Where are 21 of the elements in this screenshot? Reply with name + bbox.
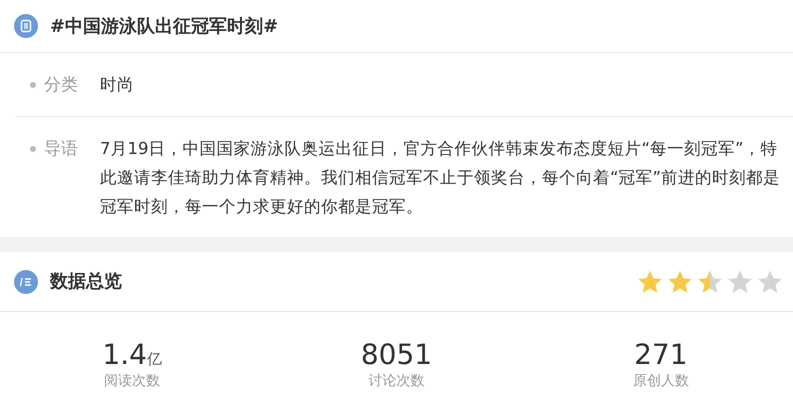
stat-value: 1.4亿 xyxy=(102,340,162,371)
stat-label: 阅读次数 xyxy=(104,372,160,391)
document-icon xyxy=(14,14,38,38)
bullet-dot xyxy=(30,82,36,88)
detail-label: 分类 xyxy=(44,74,79,97)
star-icon xyxy=(727,268,753,294)
list-icon xyxy=(14,270,38,294)
section-title: 数据总览 xyxy=(50,270,122,294)
stat-value: 8051 xyxy=(360,340,432,371)
star-icon xyxy=(637,268,663,294)
star-icon xyxy=(697,268,723,294)
star-icon xyxy=(757,268,783,294)
detail-label: 导语 xyxy=(44,138,79,161)
stat-value: 271 xyxy=(634,340,688,371)
stat-label: 原创人数 xyxy=(632,372,689,391)
detail-value: 时尚 xyxy=(100,74,134,96)
bullet-dot xyxy=(30,146,36,152)
stat-label: 讨论次数 xyxy=(368,372,424,391)
detail-value: 7月19日，中国国家游泳队奥运出征日，官方合作伙伴韩束发布态度短片“每一刻冠军”，特此邀请李佳琦助力体育精神。我们相信冠军不止于领奖台，每个向着“冠军”前进的时刻都是冠军时刻，每一个力求更好的你都是冠军。 xyxy=(100,138,782,218)
topic-title: #中国游泳队出征冠军时刻# xyxy=(50,14,278,38)
star-icon xyxy=(667,268,693,294)
